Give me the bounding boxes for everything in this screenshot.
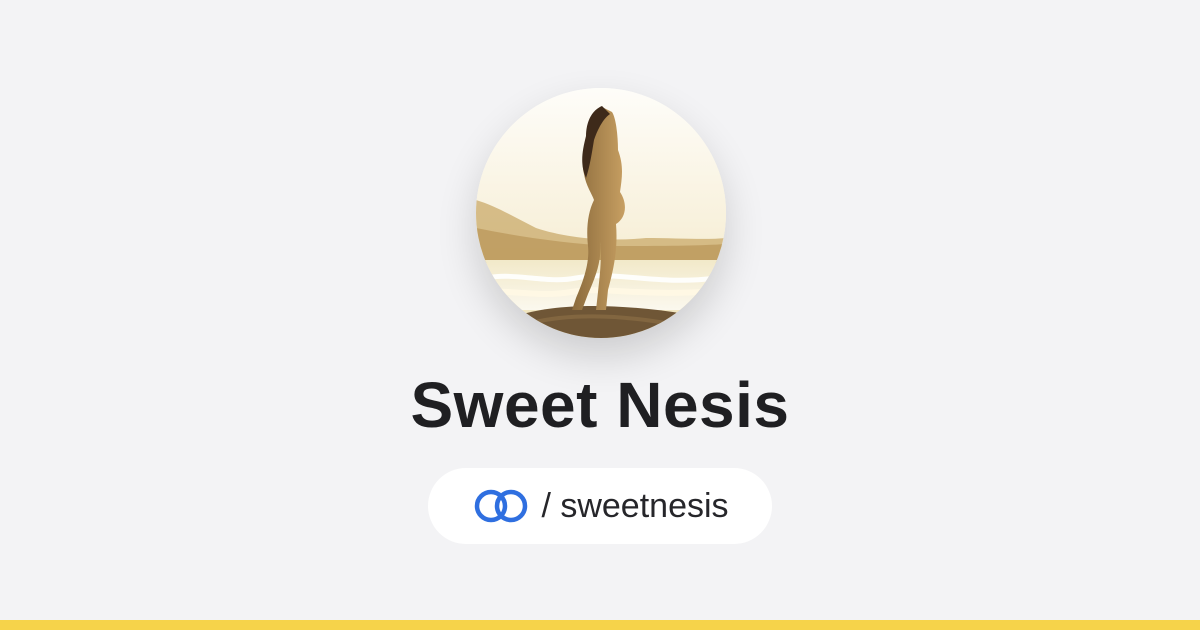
profile-avatar: [476, 88, 726, 338]
avatar-photo: [476, 88, 726, 338]
bottom-accent-bar: [0, 620, 1200, 630]
profile-name: Sweet Nesis: [410, 369, 790, 441]
profile-handle: / sweetnesis: [541, 487, 729, 525]
profile-handle-link[interactable]: / sweetnesis: [428, 468, 772, 544]
linked-rings-icon: [471, 488, 531, 524]
